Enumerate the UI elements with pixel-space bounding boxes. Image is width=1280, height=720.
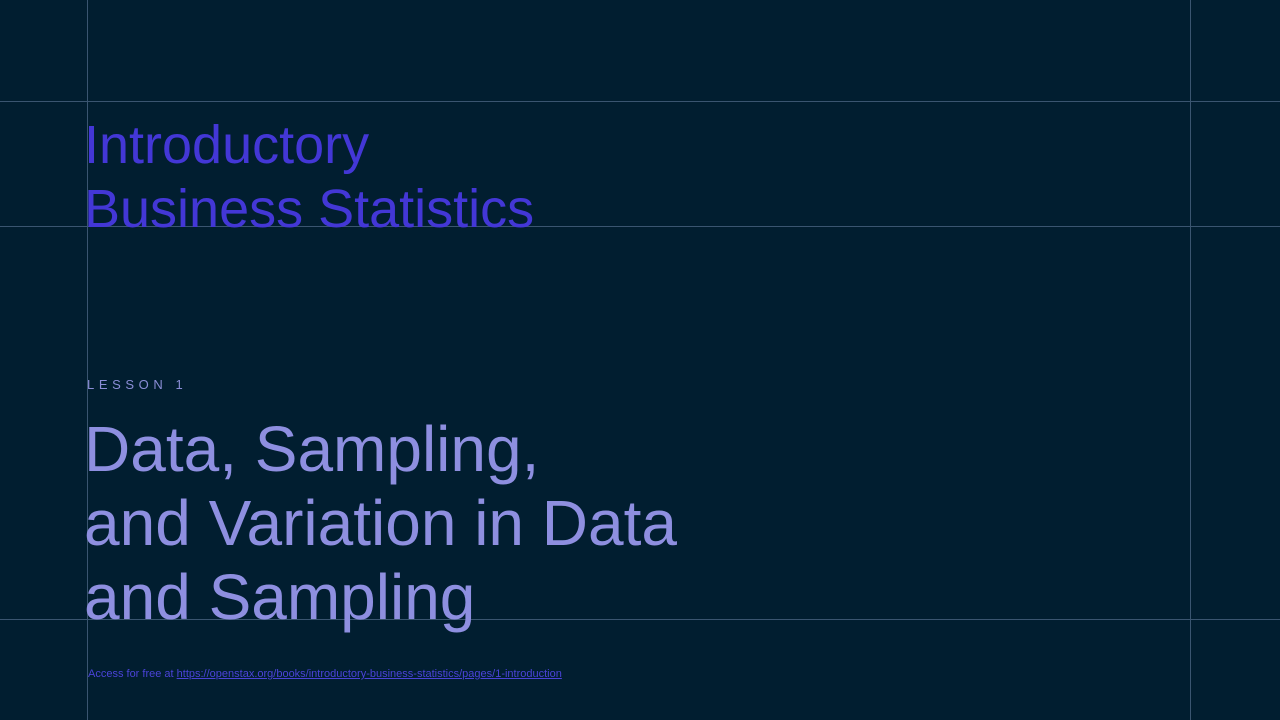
title-slide: Introductory Business Statistics LESSON … <box>0 0 1280 720</box>
book-title-line-1: Introductory <box>84 115 370 175</box>
access-text: Access for free at <box>88 668 174 680</box>
guide-line-right <box>1190 0 1191 720</box>
lesson-title: Data, Sampling, and Variation in Data an… <box>84 412 677 634</box>
lesson-label: LESSON 1 <box>87 377 188 392</box>
lesson-title-line-3: and Sampling <box>84 561 476 633</box>
book-title: Introductory Business Statistics <box>84 113 534 241</box>
book-title-line-2: Business Statistics <box>84 179 535 239</box>
lesson-title-line-1: Data, Sampling, <box>84 413 540 485</box>
lesson-title-line-2: and Variation in Data <box>84 487 677 559</box>
guide-line-top <box>0 101 1280 102</box>
openstax-link[interactable]: https://openstax.org/books/introductory-… <box>177 668 562 680</box>
access-note: Access for free at https://openstax.org/… <box>88 668 562 680</box>
